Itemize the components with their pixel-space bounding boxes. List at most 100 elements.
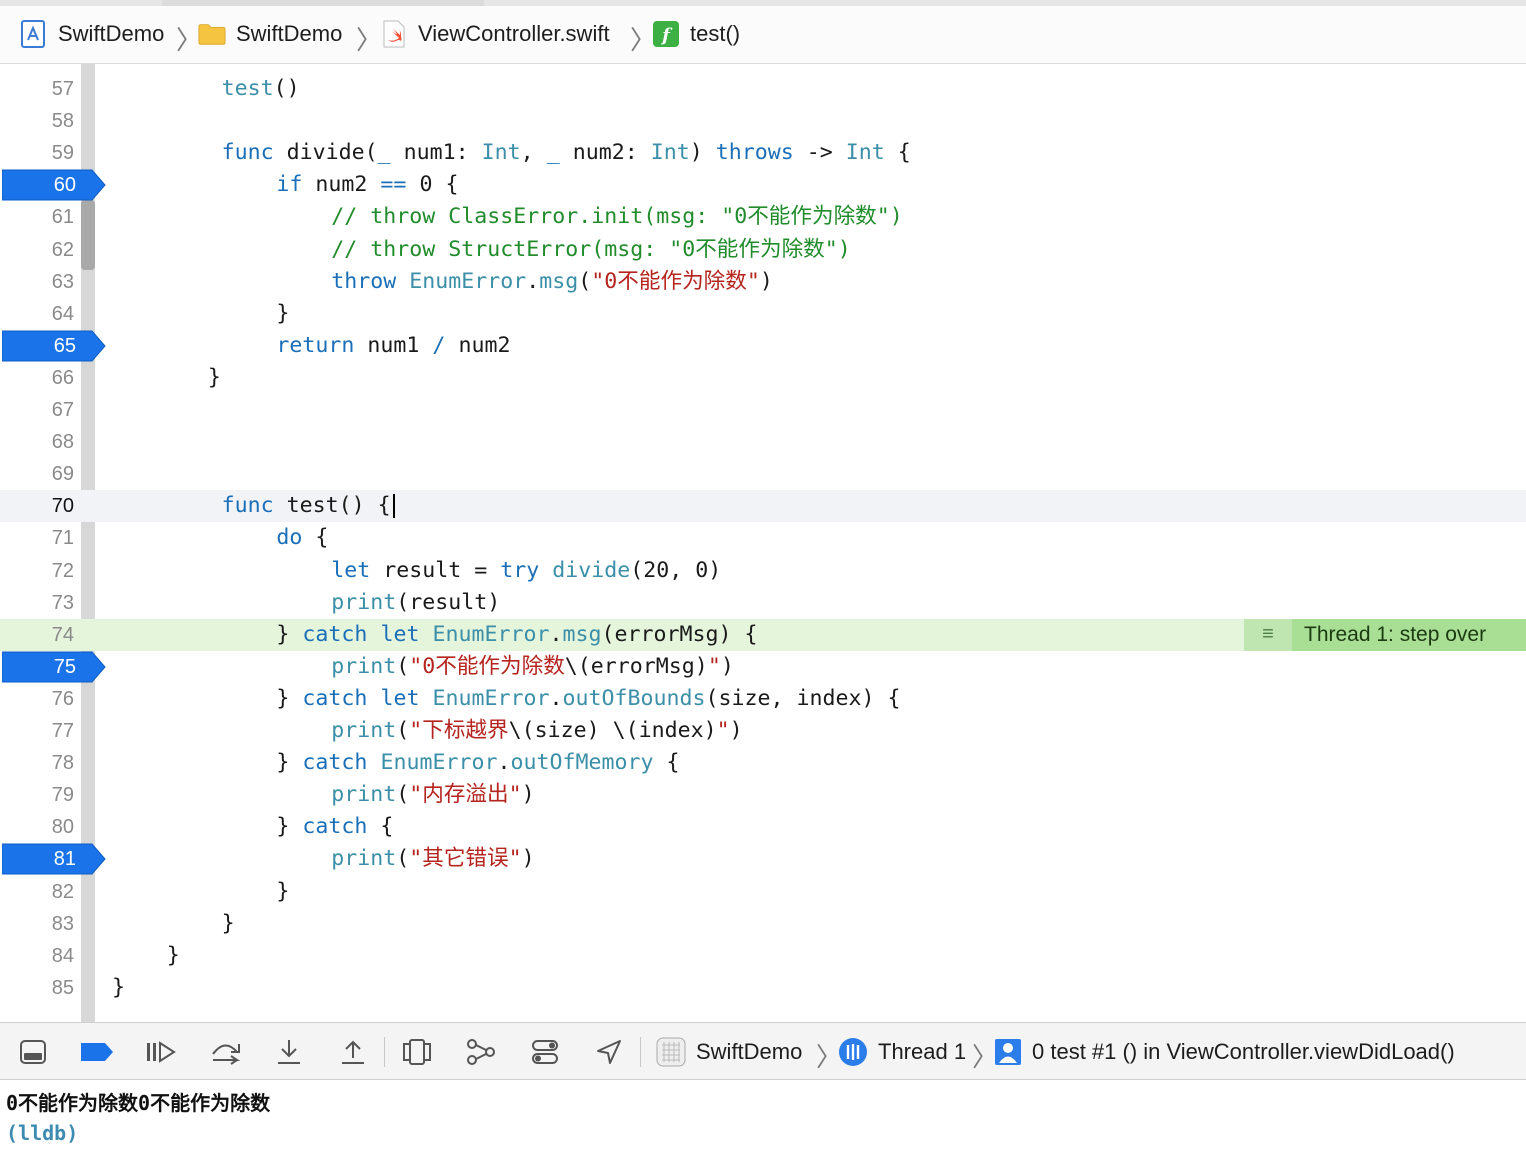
code-line[interactable] [0,555,1526,587]
code-line[interactable] [0,747,1526,779]
breadcrumb-file[interactable]: ViewController.swift [380,19,610,49]
line-number[interactable]: 57 [0,73,100,105]
line-number: 81 [53,848,76,871]
line-number[interactable]: 70 [0,490,100,522]
debug-frame[interactable]: 0 test #1 () in ViewController.viewDidLo… [994,1037,1455,1067]
code-line[interactable] [0,105,1526,137]
memory-graph-icon[interactable] [464,1035,498,1069]
code-line[interactable] [0,843,1526,875]
line-number[interactable]: 63 [0,266,100,298]
code-line[interactable] [0,876,1526,908]
breadcrumb-symbol[interactable]: f test() [652,19,740,49]
view-hierarchy-icon[interactable] [400,1035,434,1069]
code-line[interactable] [0,587,1526,619]
code-line[interactable] [0,779,1526,811]
hide-debug-area-icon[interactable] [16,1035,50,1069]
line-number[interactable]: 80 [0,811,100,843]
simulate-location-icon[interactable] [592,1035,626,1069]
code-text: if num2 == 0 { [276,169,458,201]
step-out-icon[interactable] [336,1035,370,1069]
code-line[interactable] [0,362,1526,394]
console-prompt[interactable]: (lldb) [6,1121,78,1145]
code-line[interactable] [0,298,1526,330]
code-text: } [112,972,125,1004]
code-token: msg [539,268,579,294]
line-number[interactable]: 62 [0,234,100,266]
code-token: func [221,140,274,166]
line-number[interactable]: 78 [0,747,100,779]
code-token: { [367,814,394,840]
breakpoint-marker[interactable]: 65 [2,330,106,362]
code-line[interactable] [0,394,1526,426]
line-number[interactable]: 85 [0,972,100,1004]
line-number[interactable]: 84 [0,940,100,972]
line-number[interactable]: 61 [0,201,100,233]
line-number[interactable]: 71 [0,522,100,554]
line-number[interactable]: 58 [0,105,100,137]
code-token: catch [302,814,368,840]
code-token: test [221,76,274,101]
code-text: return num1 / num2 [276,330,510,362]
line-number[interactable]: 69 [0,458,100,490]
code-token: } [276,685,303,711]
code-line[interactable] [0,972,1526,1004]
code-token: (result) [396,589,501,615]
line-number[interactable]: 82 [0,876,100,908]
line-number[interactable]: 76 [0,683,100,715]
line-number[interactable]: 77 [0,715,100,747]
code-token: print [331,653,397,679]
line-number[interactable]: 73 [0,587,100,619]
code-token: () [273,76,300,101]
code-token: ) [759,268,773,294]
source-editor[interactable]: 57 test() 58 59 func divide(_ num1: Int, _ n… [0,64,1526,1022]
code-text: } catch { [276,811,393,843]
code-text: // throw ClassError.init(msg: "0不能作为除数") [331,201,903,233]
code-line[interactable] [0,715,1526,747]
debug-target[interactable]: SwiftDemo [656,1037,802,1067]
line-number[interactable]: 79 [0,779,100,811]
code-token: "0不能作为除数 [409,653,565,679]
continue-icon[interactable] [144,1035,178,1069]
code-line[interactable] [0,169,1526,201]
line-number[interactable]: 67 [0,394,100,426]
code-line[interactable] [0,330,1526,362]
code-line[interactable] [0,811,1526,843]
line-number[interactable]: 64 [0,298,100,330]
code-token: } [221,910,235,936]
code-token: ) [720,653,734,679]
step-over-icon[interactable] [208,1035,242,1069]
line-number[interactable]: 83 [0,908,100,940]
code-line[interactable] [0,522,1526,554]
breadcrumb-group[interactable]: SwiftDemo [198,19,342,49]
step-into-icon[interactable] [272,1035,306,1069]
breadcrumb-project[interactable]: SwiftDemo [20,19,164,49]
code-token: let [331,557,371,583]
code-token: ) [521,846,535,872]
code-text: } [276,298,289,330]
line-number[interactable]: 59 [0,137,100,169]
code-text: } catch let EnumError.outOfBounds(size, … [276,683,900,715]
breakpoints-toggle-icon[interactable] [80,1035,114,1069]
breakpoint-marker[interactable]: 60 [2,169,106,201]
thread-step-badge[interactable]: ≡ Thread 1: step over [1244,618,1526,651]
code-token: // throw ClassError.init(msg: "0不能作为除数") [331,204,903,230]
line-number[interactable]: 66 [0,362,100,394]
breakpoint-marker[interactable]: 75 [2,651,106,683]
hamburger-icon[interactable]: ≡ [1244,618,1292,651]
code-token: ( [396,846,410,872]
debug-bar: SwiftDemo 〉 Thread 1 〉 0 test #1 () in V… [0,1022,1526,1080]
code-line[interactable] [0,651,1526,683]
environment-overrides-icon[interactable] [528,1035,562,1069]
line-number[interactable]: 72 [0,555,100,587]
breakpoint-marker[interactable]: 81 [2,843,106,875]
code-line[interactable] [0,426,1526,458]
debug-thread[interactable]: Thread 1 [838,1037,966,1067]
line-number[interactable]: 68 [0,426,100,458]
code-line[interactable] [0,458,1526,490]
code-token: throws [715,140,794,166]
line-number[interactable]: 74 [0,619,100,651]
code-line[interactable] [0,940,1526,972]
code-token: } [166,942,180,968]
console[interactable]: 0不能作为除数0不能作为除数 (lldb) [0,1081,1526,1168]
code-token: -> [793,140,846,166]
